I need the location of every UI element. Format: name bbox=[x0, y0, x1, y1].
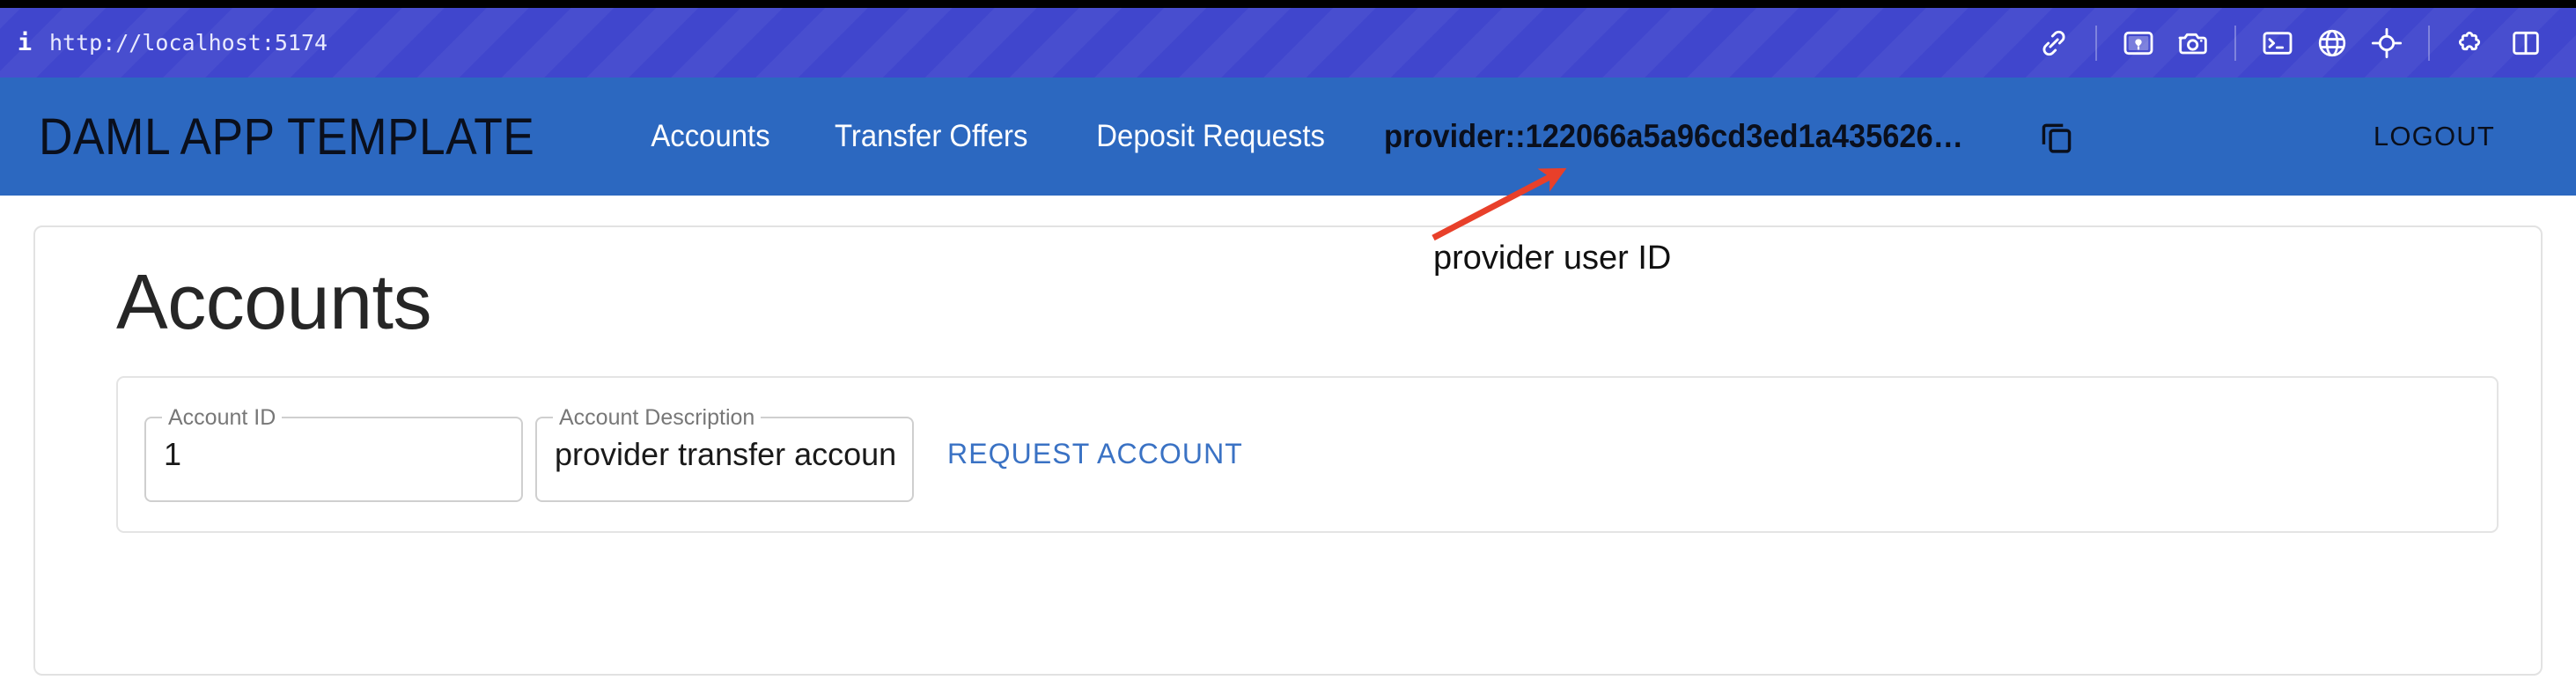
account-description-field-wrapper: Account Description bbox=[535, 406, 914, 502]
url-text[interactable]: http://localhost:5174 bbox=[49, 30, 328, 55]
split-panel-icon[interactable] bbox=[2499, 16, 2553, 70]
request-account-form: Account ID Account Description REQUEST A… bbox=[116, 375, 2499, 533]
app-title: DAML APP TEMPLATE bbox=[39, 107, 535, 166]
logout-button[interactable]: LOGOUT bbox=[2352, 110, 2516, 163]
nav-item-deposit-requests[interactable]: Deposit Requests bbox=[1071, 110, 1351, 163]
app-header: DAML APP TEMPLATE Accounts Transfer Offe… bbox=[0, 78, 2576, 196]
nav-item-accounts[interactable]: Accounts bbox=[626, 110, 797, 163]
provider-user-id: provider::122066a5a96cd3ed1a435626… bbox=[1384, 118, 1964, 154]
account-id-input[interactable] bbox=[144, 406, 523, 502]
image-icon[interactable] bbox=[2111, 16, 2166, 70]
nav-item-transfer-offers[interactable]: Transfer Offers bbox=[809, 110, 1054, 163]
puzzle-icon[interactable] bbox=[2444, 16, 2499, 70]
screen-top-strip bbox=[0, 0, 2576, 8]
content-card: Accounts Account ID Account Description … bbox=[33, 225, 2543, 676]
page-body: Accounts Account ID Account Description … bbox=[0, 196, 2576, 676]
toolbar-divider bbox=[2428, 25, 2430, 61]
account-description-input[interactable] bbox=[535, 406, 914, 502]
account-id-field-wrapper: Account ID bbox=[144, 406, 523, 502]
chrome-address-area[interactable]: i http://localhost:5174 bbox=[0, 30, 2027, 55]
main-navigation: Accounts Transfer Offers Deposit Request… bbox=[620, 110, 1359, 163]
browser-chrome-bar: i http://localhost:5174 bbox=[0, 8, 2576, 78]
copy-icon[interactable] bbox=[2028, 108, 2085, 165]
terminal-icon[interactable] bbox=[2250, 16, 2305, 70]
info-icon: i bbox=[17, 29, 33, 56]
toolbar-divider bbox=[2234, 25, 2236, 61]
request-account-button[interactable]: REQUEST ACCOUNT bbox=[931, 424, 1259, 484]
party-id-area: provider::122066a5a96cd3ed1a435626… bbox=[1384, 108, 2085, 165]
chrome-toolbar bbox=[2027, 16, 2553, 70]
crosshair-icon[interactable] bbox=[2359, 16, 2414, 70]
page-title: Accounts bbox=[116, 258, 431, 345]
camera-icon[interactable] bbox=[2166, 16, 2220, 70]
toolbar-divider bbox=[2095, 25, 2097, 61]
globe-icon[interactable] bbox=[2305, 16, 2359, 70]
link-icon[interactable] bbox=[2027, 16, 2081, 70]
